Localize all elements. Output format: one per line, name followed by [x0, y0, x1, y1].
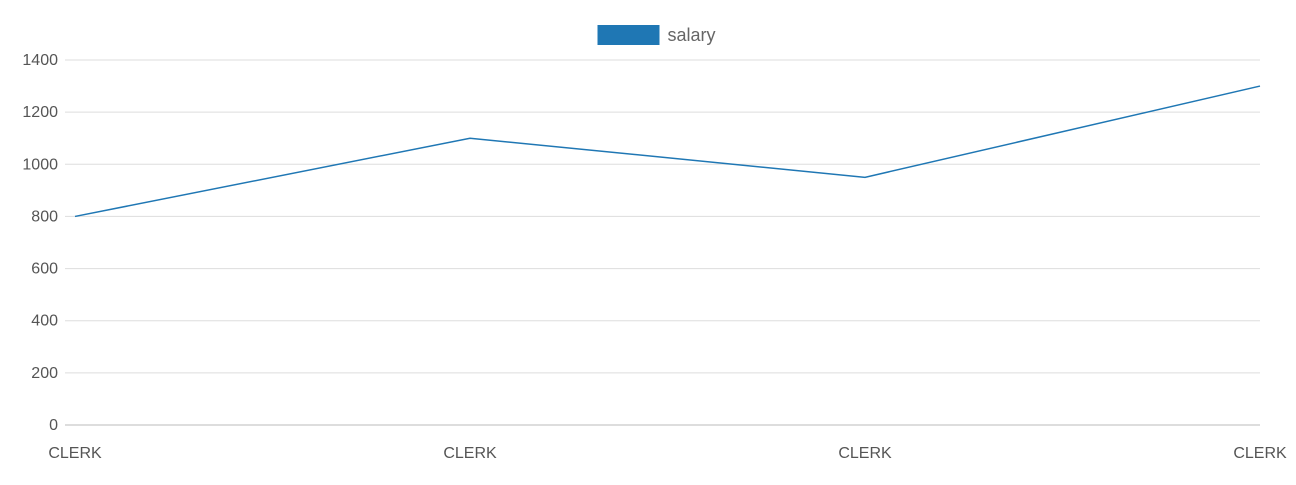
x-tick-label: CLERK [443, 445, 497, 462]
y-tick-label: 600 [31, 261, 58, 278]
series-layer [74, 85, 1261, 218]
y-tick-label: 1400 [22, 52, 58, 69]
legend[interactable]: salary [597, 25, 716, 45]
x-tick-label: CLERK [838, 445, 892, 462]
x-axis: CLERK CLERK CLERK CLERK [48, 445, 1287, 462]
y-tick-label: 200 [31, 365, 58, 382]
y-tick-label: 400 [31, 313, 58, 330]
legend-swatch[interactable] [597, 25, 660, 45]
chart-canvas: salary 0200400600800100012001400 CLERK CL… [22, 25, 1287, 462]
line-chart: salary 0 200 400 600 800 1000 1200 1400 CLERK CL… [0, 0, 1296, 480]
y-axis: 0 200 400 600 800 1000 1200 1400 [22, 52, 58, 434]
y-tick-label: 800 [31, 208, 58, 225]
gridlines [65, 59, 1260, 426]
x-tick-label: CLERK [48, 445, 102, 462]
legend-label[interactable]: salary [668, 25, 716, 45]
y-tick-label: 1200 [22, 104, 58, 121]
x-tick-label: CLERK [1233, 445, 1287, 462]
series-line-salary [74, 85, 1261, 218]
y-tick-label: 0 [49, 417, 58, 434]
y-tick-label: 1000 [22, 156, 58, 173]
